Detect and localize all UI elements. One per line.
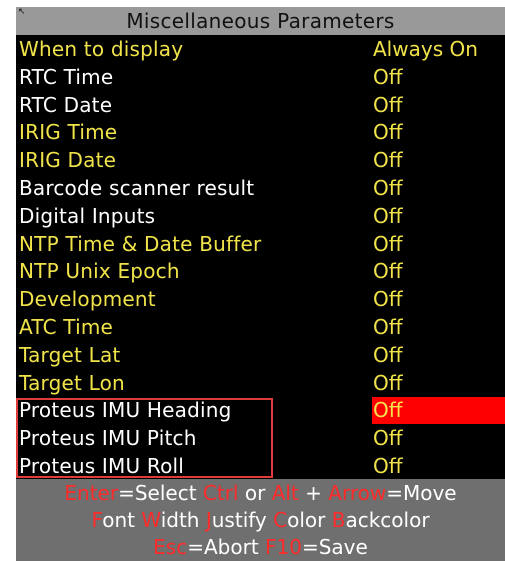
param-value[interactable]: Off: [372, 175, 505, 202]
shortcut-key: B: [331, 508, 346, 532]
title-bar: ↖ Miscellaneous Parameters: [16, 7, 505, 35]
param-value[interactable]: Off: [372, 203, 505, 230]
param-value-text: Off: [373, 120, 403, 145]
param-value-text: Off: [373, 203, 403, 228]
param-value-text: Off: [373, 398, 403, 423]
shortcut-key: C: [273, 508, 288, 532]
param-row-irig-time[interactable]: IRIG Time Off: [16, 119, 505, 147]
help-line-save-abort: Esc=Abort F10=Save: [16, 534, 505, 560]
param-value[interactable]: Off: [372, 314, 505, 341]
shortcut-key: W: [141, 508, 161, 532]
param-value-text: Off: [373, 370, 403, 395]
param-label: Digital Inputs: [19, 203, 156, 228]
param-value-text: Off: [373, 315, 403, 339]
param-value[interactable]: Off: [372, 453, 505, 480]
param-value-text: Off: [373, 92, 403, 117]
param-value[interactable]: Off: [372, 147, 505, 174]
param-value-text: Off: [373, 454, 403, 478]
highlight-annotation-box: [16, 398, 273, 478]
param-value-text: Off: [373, 176, 403, 200]
param-value-text: Always On: [373, 37, 478, 61]
help-text: =Move: [386, 481, 457, 505]
param-value-text: Off: [373, 342, 403, 367]
param-value[interactable]: Off: [372, 370, 505, 397]
param-row-rtc-time[interactable]: RTC Time Off: [16, 64, 505, 92]
param-label: IRIG Time: [19, 120, 118, 145]
shortcut-key: Ctrl: [202, 481, 239, 505]
param-value[interactable]: Off: [372, 425, 505, 452]
help-text: +: [298, 481, 329, 505]
param-value-text: Off: [373, 287, 403, 312]
param-label: NTP Time & Date Buffer: [19, 231, 262, 256]
help-line-formatting: Font Width Justify Color Backcolor: [16, 507, 505, 533]
help-text: olor: [287, 508, 332, 532]
param-value[interactable]: Always On: [372, 36, 505, 63]
param-row-irig-date[interactable]: IRIG Date Off: [16, 147, 505, 175]
param-row-atc-time[interactable]: ATC Time Off: [16, 314, 505, 342]
shortcut-key: Arrow: [328, 481, 387, 505]
param-value-text: Off: [373, 259, 403, 284]
param-label: Target Lon: [19, 370, 125, 395]
param-value[interactable]: Off: [372, 64, 505, 91]
param-value-text: Off: [373, 64, 403, 89]
param-value[interactable]: Off: [372, 231, 505, 258]
help-text: =Save: [301, 535, 368, 559]
param-value-text: Off: [373, 426, 403, 451]
param-value-text: Off: [373, 148, 403, 173]
param-label: RTC Time: [19, 64, 114, 89]
help-text: ackcolor: [345, 508, 430, 532]
help-text: ont: [102, 508, 142, 532]
param-row-development[interactable]: Development Off: [16, 286, 505, 314]
param-label: Barcode scanner result: [19, 176, 255, 200]
param-value[interactable]: Off: [372, 258, 505, 285]
param-value-text: Off: [373, 231, 403, 256]
param-row-when-to-display[interactable]: When to display Always On: [16, 36, 505, 64]
help-text: or: [238, 481, 272, 505]
param-row-barcode-scanner-result[interactable]: Barcode scanner result Off: [16, 175, 505, 203]
menu-title: Miscellaneous Parameters: [126, 9, 395, 33]
param-value[interactable]: Off: [372, 92, 505, 119]
param-value[interactable]: Off: [372, 342, 505, 369]
param-label: When to display: [19, 37, 184, 61]
shortcut-key: F10: [265, 535, 302, 559]
help-text: idth: [160, 508, 206, 532]
param-label: IRIG Date: [19, 148, 117, 173]
help-text: ustify: [211, 508, 274, 532]
param-label: Target Lat: [19, 342, 121, 367]
shortcut-key: Esc: [153, 535, 188, 559]
param-row-ntp-unix-epoch[interactable]: NTP Unix Epoch Off: [16, 258, 505, 286]
param-row-ntp-time-date-buffer[interactable]: NTP Time & Date Buffer Off: [16, 231, 505, 259]
shortcut-key: Enter: [64, 481, 119, 505]
param-label: Development: [19, 287, 156, 312]
help-text: =Abort: [187, 535, 266, 559]
shortcut-key: Alt: [271, 481, 299, 505]
param-row-target-lat[interactable]: Target Lat Off: [16, 342, 505, 370]
param-label: ATC Time: [19, 315, 114, 339]
osd-menu-panel: ↖ Miscellaneous Parameters When to displ…: [16, 7, 505, 561]
help-text: =Select: [118, 481, 203, 505]
param-row-rtc-date[interactable]: RTC Date Off: [16, 92, 505, 120]
key-help-footer: Enter=Select Ctrl or Alt + Arrow=Move Fo…: [16, 479, 505, 561]
param-label: RTC Date: [19, 92, 113, 117]
param-row-target-lon[interactable]: Target Lon Off: [16, 370, 505, 398]
shortcut-key: F: [91, 508, 103, 532]
help-line-navigation: Enter=Select Ctrl or Alt + Arrow=Move: [16, 480, 505, 506]
param-label: NTP Unix Epoch: [19, 259, 180, 284]
param-value[interactable]: Off: [372, 397, 505, 425]
param-value[interactable]: Off: [372, 286, 505, 313]
param-row-digital-inputs[interactable]: Digital Inputs Off: [16, 203, 505, 231]
param-value[interactable]: Off: [372, 119, 505, 146]
